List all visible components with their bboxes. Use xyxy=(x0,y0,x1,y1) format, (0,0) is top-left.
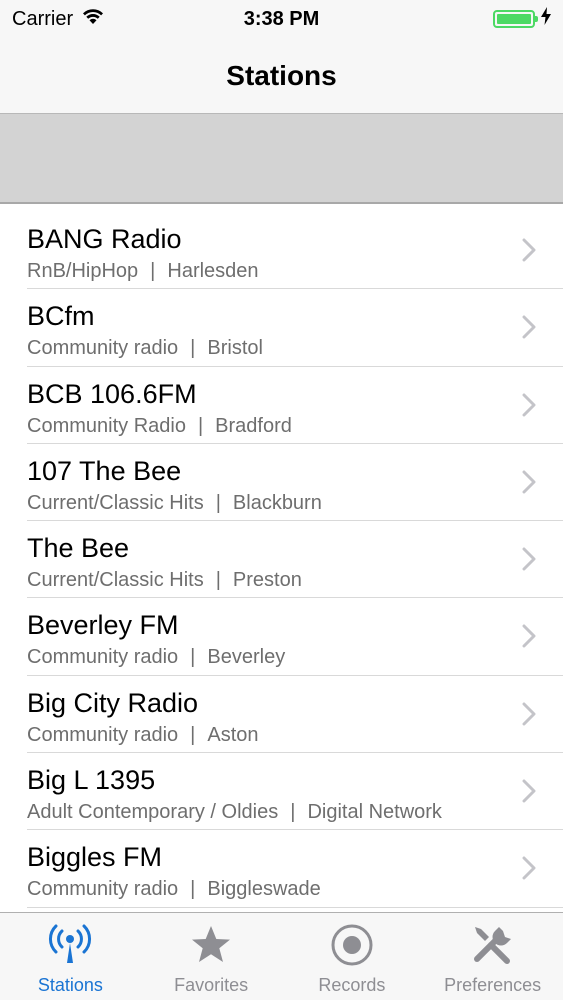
station-name: Big L 1395 xyxy=(27,765,156,796)
station-location: Aston xyxy=(207,723,259,746)
tab-bar: Stations Favorites Records Preferences xyxy=(0,912,563,1000)
station-row[interactable]: Biggles FM Community radio | Biggleswade xyxy=(27,830,563,908)
station-subtitle: Community radio | Bristol xyxy=(27,337,263,360)
wifi-icon xyxy=(81,7,105,31)
station-genre: Community radio xyxy=(27,337,179,360)
chevron-right-icon xyxy=(522,315,536,339)
chevron-right-icon xyxy=(522,702,536,726)
station-location: Harlesden xyxy=(167,260,259,282)
subtitle-separator: | xyxy=(150,260,156,282)
station-genre: Community radio xyxy=(27,723,179,746)
chevron-right-icon xyxy=(522,547,536,571)
station-row[interactable]: Big L 1395 Adult Contemporary / Oldies | D… xyxy=(27,753,563,831)
tab-label: Preferences xyxy=(444,975,542,995)
tab-label: Stations xyxy=(37,975,103,995)
battery-fill xyxy=(497,14,531,24)
subtitle-separator: | xyxy=(215,569,221,592)
station-subtitle: Current/Classic Hits | Blackburn xyxy=(27,492,322,515)
tools-icon xyxy=(469,921,517,969)
station-name: BANG Radio xyxy=(27,224,182,254)
station-subtitle: RnB/HipHop | Harlesden xyxy=(27,260,259,283)
chevron-right-icon xyxy=(522,856,536,880)
station-subtitle: Community radio | Biggleswade xyxy=(27,878,321,901)
station-subtitle: Adult Contemporary / Oldies | Digital Netw… xyxy=(27,801,442,824)
station-genre: RnB/HipHop xyxy=(27,260,139,282)
star-icon xyxy=(187,921,235,969)
station-row[interactable]: BCB 106.6FM Community Radio | Bradford xyxy=(27,367,563,444)
station-name: Beverley FM xyxy=(27,610,179,641)
station-name: BCfm xyxy=(27,301,95,332)
subtitle-separator: | xyxy=(190,337,196,360)
chevron-right-icon xyxy=(522,393,536,417)
tab-stations[interactable]: Stations xyxy=(0,913,141,1000)
station-genre: Adult Contemporary / Oldies xyxy=(27,801,279,824)
search-bar-area[interactable] xyxy=(0,114,563,204)
subtitle-separator: | xyxy=(215,491,221,514)
station-name: Big City Radio xyxy=(27,687,199,718)
tab-preferences[interactable]: Preferences xyxy=(422,913,563,1000)
station-name: BCB 106.6FM xyxy=(27,378,197,409)
chevron-right-icon xyxy=(522,238,536,262)
station-row[interactable]: The Bee Current/Classic Hits | Preston xyxy=(27,521,563,599)
navigation-bar: Stations xyxy=(0,38,563,114)
station-row[interactable]: 107 The Bee Current/Classic Hits | Blackbu… xyxy=(27,444,563,522)
subtitle-separator: | xyxy=(190,878,196,901)
station-genre: Current/Classic Hits xyxy=(27,491,204,514)
station-location: Blackburn xyxy=(232,491,322,514)
battery-icon xyxy=(493,10,538,28)
station-location: Digital Network xyxy=(307,801,442,824)
station-genre: Community radio xyxy=(27,878,179,901)
station-row[interactable]: BCfm Community radio | Bristol xyxy=(27,289,563,367)
station-list[interactable]: BANG Radio RnB/HipHop | Harlesden BCfm Com… xyxy=(0,212,563,912)
station-name: 107 The Bee xyxy=(27,455,182,486)
tab-label: Favorites xyxy=(174,975,249,995)
app-screen: Carrier 3:38 PM Stations BANG Radio RnB/… xyxy=(0,0,563,1000)
subtitle-separator: | xyxy=(190,646,196,669)
chevron-right-icon xyxy=(522,470,536,494)
subtitle-separator: | xyxy=(190,723,196,746)
station-location: Beverley xyxy=(207,646,286,669)
station-subtitle: Community Radio | Bradford xyxy=(27,415,292,438)
station-genre: Current/Classic Hits xyxy=(27,569,204,592)
station-location: Bradford xyxy=(215,414,292,437)
tab-records[interactable]: Records xyxy=(282,913,423,1000)
station-row[interactable]: Big City Radio Community radio | Aston xyxy=(27,676,563,754)
station-genre: Community Radio xyxy=(27,414,186,437)
station-genre: Community radio xyxy=(27,646,179,669)
station-subtitle: Community radio | Beverley xyxy=(27,646,285,669)
subtitle-separator: | xyxy=(197,414,204,437)
status-bar: Carrier 3:38 PM xyxy=(0,0,563,38)
status-right xyxy=(493,7,551,31)
record-icon xyxy=(328,921,376,969)
page-title: Stations xyxy=(226,59,337,91)
subtitle-separator: | xyxy=(290,801,296,824)
station-name: Biggles FM xyxy=(27,842,163,873)
status-left: Carrier xyxy=(12,7,105,31)
antenna-icon xyxy=(46,921,94,969)
station-subtitle: Current/Classic Hits | Preston xyxy=(27,569,302,592)
tab-favorites[interactable]: Favorites xyxy=(141,913,282,1000)
station-location: Preston xyxy=(232,569,302,592)
station-subtitle: Community radio | Aston xyxy=(27,724,259,747)
station-row[interactable]: BANG Radio RnB/HipHop | Harlesden xyxy=(27,212,563,290)
carrier-label: Carrier xyxy=(12,7,74,30)
station-location: Bristol xyxy=(207,337,263,360)
charging-icon xyxy=(541,7,551,31)
chevron-right-icon xyxy=(522,779,536,803)
station-name: The Bee xyxy=(27,533,130,564)
chevron-right-icon xyxy=(522,624,536,648)
station-location: Biggleswade xyxy=(207,878,321,901)
station-row[interactable]: Beverley FM Community radio | Beverley xyxy=(27,598,563,676)
tab-label: Records xyxy=(318,975,386,995)
